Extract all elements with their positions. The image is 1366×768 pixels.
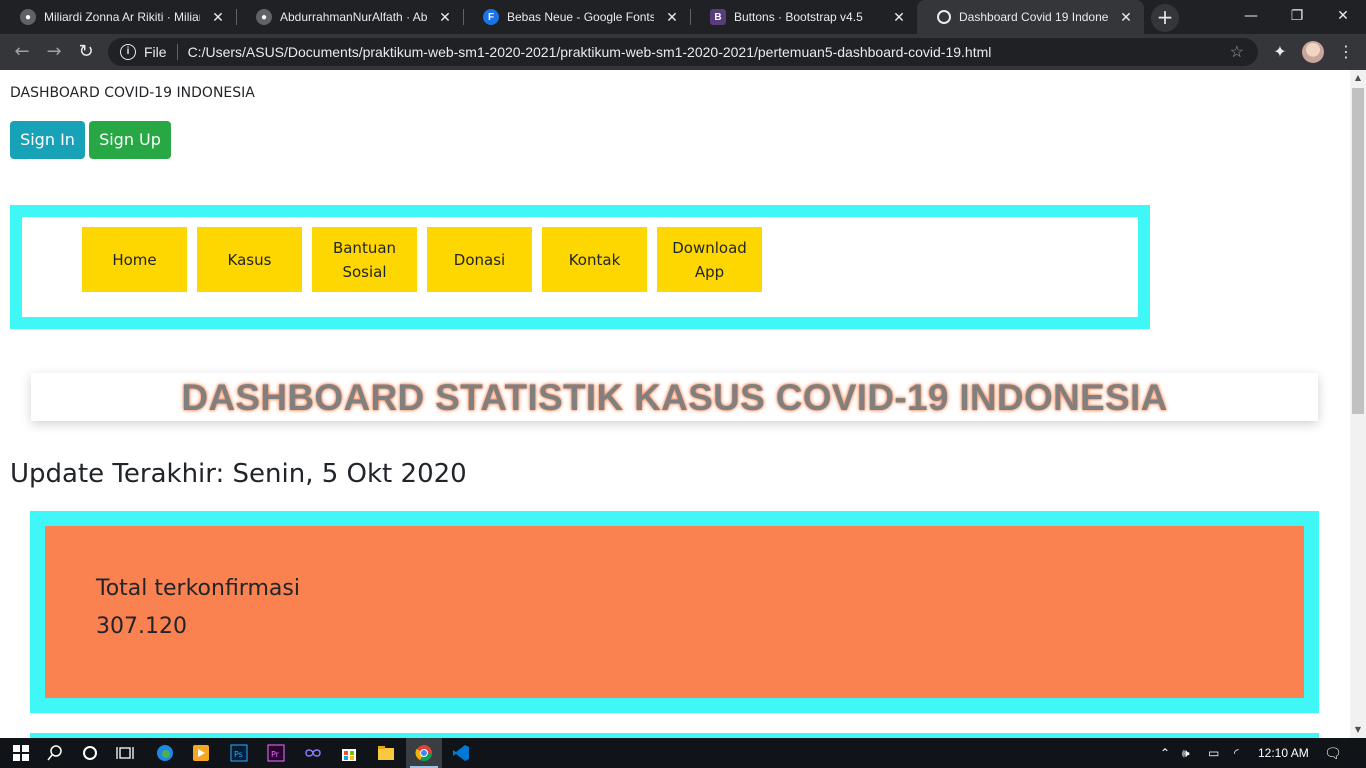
- tab-title: Buttons · Bootstrap v4.5: [734, 10, 863, 24]
- chrome-icon[interactable]: [412, 741, 436, 765]
- show-hidden-icons[interactable]: ⌃: [1160, 738, 1170, 768]
- reload-icon[interactable]: ↻: [72, 38, 100, 66]
- main-nav: Home Kasus Bantuan Sosial Donasi Kontak …: [10, 205, 1150, 329]
- stat-label: Total terkonfirmasi: [96, 576, 300, 601]
- scroll-up-icon[interactable]: ▲: [1350, 70, 1366, 86]
- sign-up-button[interactable]: Sign Up: [89, 121, 171, 159]
- page-heading: DASHBOARD STATISTIK KASUS COVID-19 INDON…: [181, 377, 1168, 418]
- scheme-label: File: [144, 44, 167, 60]
- close-window-icon[interactable]: ✕: [1320, 0, 1366, 34]
- nav-item-donasi[interactable]: Donasi: [427, 227, 532, 292]
- tab-title: Dashboard Covid 19 Indonesia: [959, 10, 1108, 24]
- task-view-icon[interactable]: [113, 741, 137, 765]
- stat-value: 307.120: [96, 614, 187, 639]
- google-fonts-icon: F: [483, 9, 499, 25]
- svg-text:Pr: Pr: [271, 750, 280, 759]
- nav-item-kontak[interactable]: Kontak: [542, 227, 647, 292]
- browser-toolbar: ← → ↻ i File C:/Users/ASUS/Documents/pra…: [0, 34, 1366, 70]
- media-player-icon[interactable]: [189, 741, 213, 765]
- stat-card-confirmed: Total terkonfirmasi 307.120: [45, 526, 1304, 698]
- notification-icon[interactable]: 🗨: [1324, 738, 1342, 768]
- browser-tab[interactable]: ● Miliardi Zonna Ar Rikiti · Miliardi ✕: [0, 0, 236, 34]
- extensions-icon[interactable]: ✦: [1270, 38, 1290, 66]
- close-icon[interactable]: ✕: [437, 9, 453, 25]
- browser-tab[interactable]: ● AbdurrahmanNurAlfath · Abdu ✕: [236, 0, 463, 34]
- tab-title: Bebas Neue - Google Fonts: [507, 10, 654, 24]
- store-icon[interactable]: [337, 741, 361, 765]
- scrollbar-thumb[interactable]: [1352, 88, 1364, 414]
- search-icon[interactable]: [43, 741, 67, 765]
- clock-time[interactable]: 12:10 AM: [1258, 738, 1309, 768]
- browser-tab-active[interactable]: Dashboard Covid 19 Indonesia ✕: [917, 0, 1144, 34]
- browser-tab[interactable]: B Buttons · Bootstrap v4.5 ✕: [690, 0, 917, 34]
- info-icon[interactable]: i: [120, 44, 136, 60]
- browser-tab-strip: ● Miliardi Zonna Ar Rikiti · Miliardi ✕ …: [0, 0, 1366, 34]
- vertical-scrollbar[interactable]: ▲ ▼: [1350, 70, 1366, 738]
- battery-icon[interactable]: ▭: [1208, 738, 1219, 768]
- browser-tab[interactable]: F Bebas Neue - Google Fonts ✕: [463, 0, 690, 34]
- windows-start-icon[interactable]: [9, 741, 33, 765]
- scroll-down-icon[interactable]: ▼: [1350, 722, 1366, 738]
- nav-item-home[interactable]: Home: [82, 227, 187, 292]
- close-icon[interactable]: ✕: [210, 9, 226, 25]
- tab-title: Miliardi Zonna Ar Rikiti · Miliardi: [44, 10, 200, 24]
- close-icon[interactable]: ✕: [664, 9, 680, 25]
- close-icon[interactable]: ✕: [891, 9, 907, 25]
- stat-card-frame: Total terkonfirmasi 307.120: [30, 511, 1319, 713]
- new-tab-button[interactable]: +: [1151, 4, 1179, 32]
- last-update-text: Update Terakhir: Senin, 5 Okt 2020: [10, 459, 467, 489]
- back-icon[interactable]: ←: [8, 38, 36, 66]
- bookmark-star-icon[interactable]: ☆: [1230, 42, 1244, 62]
- bootstrap-icon: B: [710, 9, 726, 25]
- svg-text:Ps: Ps: [234, 750, 243, 759]
- file-explorer-icon[interactable]: [374, 741, 398, 765]
- url-text[interactable]: C:/Users/ASUS/Documents/praktikum-web-sm…: [188, 44, 992, 60]
- wifi-icon[interactable]: ◜: [1234, 738, 1239, 768]
- volume-icon[interactable]: 🕪: [1182, 738, 1190, 768]
- premiere-icon[interactable]: Pr: [264, 741, 288, 765]
- close-icon[interactable]: ✕: [1118, 9, 1134, 25]
- address-bar[interactable]: i File C:/Users/ASUS/Documents/praktikum…: [108, 38, 1258, 66]
- sign-in-button[interactable]: Sign In: [10, 121, 85, 159]
- edge-icon[interactable]: [153, 741, 177, 765]
- github-icon: ●: [20, 9, 36, 25]
- windows-taskbar: Ps Pr ⌃ 🕪 ▭ ◜ 12:10 AM 🗨: [0, 738, 1366, 768]
- menu-kebab-icon[interactable]: ⋮: [1336, 38, 1356, 66]
- heading-banner: DASHBOARD STATISTIK KASUS COVID-19 INDON…: [31, 373, 1318, 421]
- cortana-icon[interactable]: [78, 741, 102, 765]
- separator: [176, 44, 178, 60]
- nav-item-bantuan-sosial[interactable]: Bantuan Sosial: [312, 227, 417, 292]
- restore-icon[interactable]: ❐: [1274, 0, 1320, 34]
- nav-item-download-app[interactable]: Download App: [657, 227, 762, 292]
- brand-title[interactable]: DASHBOARD COVID-19 INDONESIA: [10, 85, 255, 101]
- vscode-icon[interactable]: [449, 741, 473, 765]
- nav-item-kasus[interactable]: Kasus: [197, 227, 302, 292]
- tab-title: AbdurrahmanNurAlfath · Abdu: [280, 10, 427, 24]
- github-icon: ●: [256, 9, 272, 25]
- globe-icon: [937, 10, 951, 24]
- profile-avatar[interactable]: [1302, 41, 1324, 63]
- minimize-icon[interactable]: —: [1228, 0, 1274, 34]
- forward-icon[interactable]: →: [40, 38, 68, 66]
- page-viewport: DASHBOARD COVID-19 INDONESIA Sign In Sig…: [0, 70, 1350, 738]
- infinity-app-icon[interactable]: [301, 741, 325, 765]
- photoshop-icon[interactable]: Ps: [227, 741, 251, 765]
